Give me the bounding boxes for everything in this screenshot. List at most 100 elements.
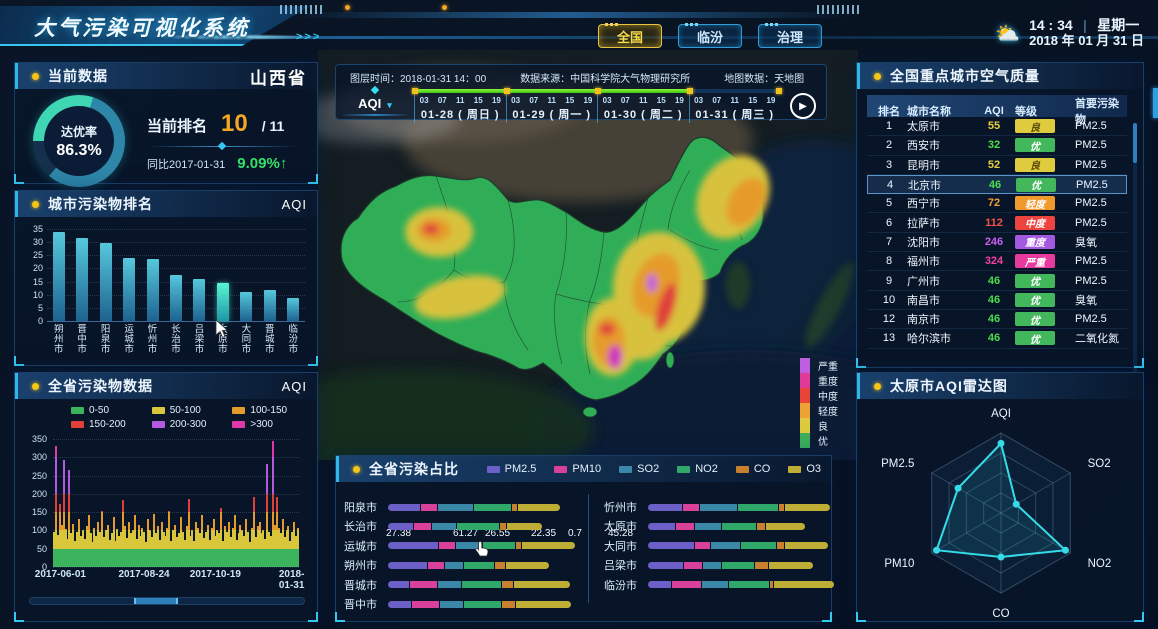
province-series-chart: 050100150200250300350 <box>23 435 311 587</box>
province-series-panel: 全省污染物数据 AQI 0-5050-100100-150150-200200-… <box>14 372 318 622</box>
tab-全国[interactable]: 全国 <box>598 24 662 48</box>
korea-landmass <box>726 261 750 309</box>
table-row-西安市[interactable]: 2西安市32优PM2.5 <box>867 136 1127 155</box>
tick-marks-decor <box>817 5 859 14</box>
page-scrollbar[interactable] <box>1153 88 1158 118</box>
time-range-slider[interactable] <box>29 597 305 605</box>
bar-忻州市[interactable] <box>147 259 159 321</box>
share-row-运城市[interactable]: 运城市 <box>344 539 575 553</box>
timeline-hour-ticks: 0307111519 <box>415 96 506 105</box>
pollutant-legend-PM10[interactable]: PM10 <box>554 463 601 475</box>
band-legend->300[interactable]: >300 <box>232 419 287 430</box>
series-bar[interactable] <box>297 528 299 567</box>
timeline-hour-ticks: 0307111519 <box>507 96 598 105</box>
band-legend-200-300[interactable]: 200-300 <box>152 419 207 430</box>
timeline-day-01-31[interactable]: 030711151901-31 ( 周三 ) <box>689 89 781 123</box>
metric-dropdown[interactable]: AQI▾ <box>336 96 414 116</box>
share-segment-SO2 <box>700 504 737 511</box>
pollutant-legend-O3[interactable]: O3 <box>788 463 821 475</box>
timeline-day-01-29[interactable]: 030711151901-29 ( 周一 ) <box>506 89 598 123</box>
timeline-day-01-30[interactable]: 030711151901-30 ( 周二 ) <box>597 89 689 123</box>
legend-swatch <box>232 407 245 414</box>
share-segment-NO2 <box>741 542 776 549</box>
hour-tick: 03 <box>694 96 703 105</box>
table-row-北京市[interactable]: 4北京市46优PM2.5 <box>867 175 1127 194</box>
map-control-bar: 图层时间：2018-01-31 14：00 数据来源：中国科学院大气物理研究所 … <box>335 64 827 120</box>
pollutant-legend-PM2.5[interactable]: PM2.5 <box>487 463 537 475</box>
tooltip-value: 0.7 <box>568 528 582 539</box>
table-row-拉萨市[interactable]: 6拉萨市112中度PM2.5 <box>867 213 1127 232</box>
bar-朔州市[interactable] <box>53 232 65 321</box>
table-scrollbar-thumb[interactable] <box>1133 123 1137 163</box>
radar-vertex-AQI[interactable] <box>998 440 1005 447</box>
bar-长治市[interactable] <box>170 275 182 321</box>
share-row-临汾市[interactable]: 临汾市 <box>604 578 834 592</box>
table-scrollbar[interactable] <box>1133 123 1137 373</box>
radar-vertex-PM2.5[interactable] <box>955 485 962 492</box>
radar-vertex-CO[interactable] <box>998 554 1005 561</box>
radar-vertex-PM10[interactable] <box>933 547 940 554</box>
cell-pollutant: PM2.5 <box>1075 197 1123 209</box>
table-row-南京市[interactable]: 12南京市46优PM2.5 <box>867 310 1127 329</box>
share-segment-O3 <box>769 562 814 569</box>
y-tick-label: 0 <box>21 316 43 326</box>
share-row-长治市[interactable]: 长治市 <box>344 519 542 533</box>
legend-label: 100-150 <box>250 405 287 416</box>
share-segment-PM10 <box>676 523 694 530</box>
tab-治理[interactable]: 治理 <box>758 24 822 48</box>
share-segment-NO2 <box>722 523 756 530</box>
play-button[interactable]: ▶ <box>790 93 816 119</box>
y-tick-label: 350 <box>25 434 47 444</box>
share-row-晋城市[interactable]: 晋城市 <box>344 578 570 592</box>
table-row-太原市[interactable]: 1太原市55良PM2.5 <box>867 117 1127 136</box>
bar-晋中市[interactable] <box>76 238 88 321</box>
timeline-day-01-28[interactable]: 030711151901-28 ( 周日 ) <box>414 89 506 123</box>
share-row-太原市[interactable]: 太原市 <box>604 519 805 533</box>
hour-tick: 11 <box>731 96 739 105</box>
chevrons-decor: >>> <box>296 31 321 43</box>
pollutant-legend-SO2[interactable]: SO2 <box>619 463 659 475</box>
share-row-吕梁市[interactable]: 吕梁市 <box>604 558 813 572</box>
bar-阳泉市[interactable] <box>100 243 112 321</box>
series-bar-segment <box>147 519 149 531</box>
bar-运城市[interactable] <box>123 258 135 321</box>
column-divider <box>588 494 589 603</box>
bar-晋城市[interactable] <box>264 290 276 321</box>
series-bar-segment <box>168 511 170 512</box>
pollutant-legend-CO[interactable]: CO <box>736 463 771 475</box>
share-row-阳泉市[interactable]: 阳泉市 <box>344 500 560 514</box>
series-bar-segment <box>278 528 280 530</box>
table-row-广州市[interactable]: 9广州市46优PM2.5 <box>867 271 1127 290</box>
band-legend-50-100[interactable]: 50-100 <box>152 405 207 416</box>
slider-thumb[interactable] <box>134 598 178 604</box>
pollutant-legend-NO2[interactable]: NO2 <box>677 463 718 475</box>
band-legend-0-50[interactable]: 0-50 <box>71 405 126 416</box>
band-legend-100-150[interactable]: 100-150 <box>232 405 287 416</box>
table-row-哈尔滨市[interactable]: 13哈尔滨市46优二氧化氮 <box>867 329 1127 348</box>
share-row-忻州市[interactable]: 忻州市 <box>604 500 830 514</box>
share-row-大同市[interactable]: 大同市 <box>604 539 828 553</box>
table-row-昆明市[interactable]: 3昆明市52良PM2.5 <box>867 156 1127 175</box>
time-label: 14 : 34 <box>1029 17 1073 33</box>
table-row-沈阳市[interactable]: 7沈阳市246重度臭氧 <box>867 233 1127 252</box>
cell-rank: 12 <box>871 313 907 325</box>
bar-太原市[interactable] <box>217 283 229 321</box>
radar-vertex-SO2[interactable] <box>1013 501 1020 508</box>
radar-vertex-NO2[interactable] <box>1062 547 1069 554</box>
table-row-南昌市[interactable]: 10南昌市46优臭氧 <box>867 291 1127 310</box>
compliance-gauge: 达优率 86.3% <box>33 95 125 187</box>
legend-label: 重度 <box>818 373 838 388</box>
table-row-福州市[interactable]: 8福州市324严重PM2.5 <box>867 252 1127 271</box>
bar-临汾市[interactable] <box>287 298 299 321</box>
share-row-晋中市[interactable]: 晋中市 <box>344 597 571 611</box>
tab-临汾[interactable]: 临汾 <box>678 24 742 48</box>
share-segment-NO2 <box>729 581 768 588</box>
table-row-西宁市[interactable]: 5西宁市72轻度PM2.5 <box>867 194 1127 213</box>
share-row-朔州市[interactable]: 朔州市 <box>344 558 549 572</box>
share-segment-CO <box>495 562 506 569</box>
bar-吕梁市[interactable] <box>193 279 205 321</box>
tab-label: 临汾 <box>697 27 723 46</box>
bar-大同市[interactable] <box>240 292 252 321</box>
share-segment-CO <box>757 523 765 530</box>
band-legend-150-200[interactable]: 150-200 <box>71 419 126 430</box>
